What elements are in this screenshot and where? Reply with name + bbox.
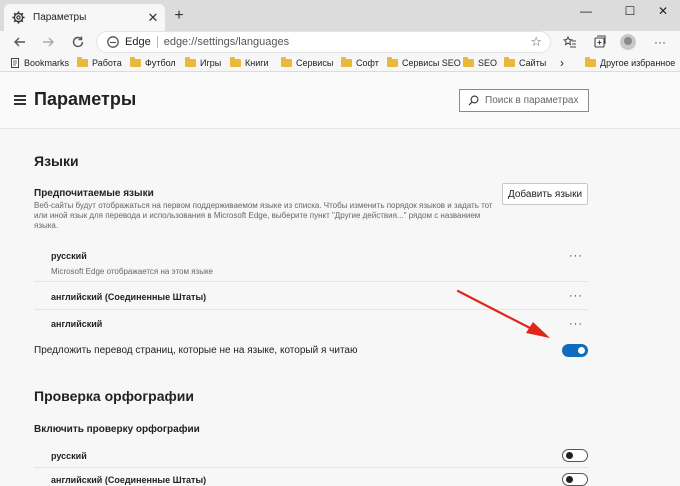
more-actions-button[interactable]: ··· xyxy=(568,319,584,331)
folder-icon xyxy=(463,56,474,67)
spellcheck-toggle[interactable] xyxy=(562,449,588,462)
tab-title: Параметры xyxy=(33,12,87,23)
settings-header: Параметры xyxy=(0,73,680,129)
spellcheck-toggle[interactable] xyxy=(562,473,588,486)
refresh-icon[interactable] xyxy=(68,32,88,52)
divider xyxy=(34,309,588,310)
bookmark-label: Сайты xyxy=(519,57,547,68)
language-item-name: английский xyxy=(51,319,103,329)
divider xyxy=(34,467,588,468)
language-item-subtitle: Microsoft Edge отображается на этом язык… xyxy=(51,267,213,276)
favorites-list-icon[interactable] xyxy=(560,32,580,52)
spellcheck-section-title: Проверка орфографии xyxy=(34,388,194,404)
bookmark-label: Книги xyxy=(245,57,269,68)
bookmark-label: Другое избранное xyxy=(600,57,676,68)
bookmark-folder[interactable]: Книги xyxy=(230,56,269,69)
bookmark-label: SEO xyxy=(478,57,498,68)
spellcheck-enable-label: Включить проверку орфографии xyxy=(34,424,200,435)
divider xyxy=(34,281,588,282)
bookmark-folder[interactable]: Сайты xyxy=(504,56,546,69)
more-actions-button[interactable]: ··· xyxy=(568,251,584,263)
favorite-star-icon[interactable]: ☆ xyxy=(530,34,542,50)
search-icon xyxy=(468,95,479,106)
bookmark-item-bookmarks[interactable]: Bookmarks xyxy=(10,56,69,69)
folder-icon xyxy=(387,56,398,67)
back-icon[interactable] xyxy=(10,32,30,52)
bookmarks-bar: Bookmarks Работа Футбол Игры Книги Серви… xyxy=(0,53,680,72)
bookmark-label: Сервисы SEO xyxy=(402,57,461,68)
preferred-languages-description: Веб-сайты будут отображаться на первом п… xyxy=(34,201,493,230)
page-title: Параметры xyxy=(34,89,137,109)
bookmark-label: Сервисы xyxy=(296,57,334,68)
folder-icon xyxy=(281,56,292,67)
folder-icon xyxy=(341,56,352,67)
bookmark-folder[interactable]: Работа xyxy=(77,56,122,69)
preferred-languages-label: Предпочитаемые языки xyxy=(34,188,154,199)
folder-icon xyxy=(585,56,596,67)
tab-settings[interactable]: Параметры ✕ xyxy=(4,4,165,31)
bookmark-label: Работа xyxy=(92,57,122,68)
bookmark-label: Софт xyxy=(356,57,379,68)
url-text[interactable]: edge://settings/languages xyxy=(164,36,531,48)
languages-section-title: Языки xyxy=(34,153,79,169)
folder-icon xyxy=(77,56,88,67)
bookmark-folder[interactable]: Игры xyxy=(185,56,221,69)
gear-icon xyxy=(12,11,25,24)
bookmark-label: Bookmarks xyxy=(24,57,70,68)
new-tab-button[interactable]: + xyxy=(170,7,188,25)
site-label: Edge xyxy=(125,36,151,48)
close-window-button[interactable]: ✕ xyxy=(644,0,680,22)
bookmark-folder[interactable]: Сервисы SEO xyxy=(387,56,461,69)
bookmark-label: Игры xyxy=(200,57,222,68)
search-input[interactable] xyxy=(485,95,585,106)
spellcheck-language-name: русский xyxy=(51,451,87,461)
navigation-bar: Edge edge://settings/languages ☆ ··· xyxy=(0,31,680,53)
folder-icon xyxy=(185,56,196,67)
forward-icon[interactable] xyxy=(38,32,58,52)
more-actions-button[interactable]: ··· xyxy=(568,291,584,303)
close-tab-icon[interactable]: ✕ xyxy=(145,10,161,26)
title-bar: Параметры ✕ + — ☐ ✕ xyxy=(0,0,680,31)
bookmark-folder[interactable]: SEO xyxy=(463,56,497,69)
translate-offer-label: Предложить перевод страниц, которые не н… xyxy=(34,345,358,356)
bookmark-label: Футбол xyxy=(145,57,176,68)
language-item-name: русский xyxy=(51,251,87,261)
toggle-knob xyxy=(566,476,573,483)
spellcheck-language-name: английский (Соединенные Штаты) xyxy=(51,475,207,485)
collections-icon[interactable] xyxy=(590,32,610,52)
profile-avatar[interactable] xyxy=(620,34,636,50)
language-item-name: английский (Соединенные Штаты) xyxy=(51,292,207,302)
folder-icon xyxy=(230,56,241,67)
toggle-knob xyxy=(578,347,585,354)
minimize-button[interactable]: — xyxy=(567,0,605,22)
bookmarks-overflow-chevron-icon[interactable]: › xyxy=(560,56,564,70)
more-menu-icon[interactable]: ··· xyxy=(650,32,670,52)
bookmark-folder[interactable]: Софт xyxy=(341,56,379,69)
bookmark-folder[interactable]: Футбол xyxy=(130,56,176,69)
hamburger-menu-icon[interactable] xyxy=(14,95,26,105)
translate-offer-toggle[interactable] xyxy=(562,344,588,357)
add-languages-button[interactable]: Добавить языки xyxy=(502,183,588,205)
edge-logo-icon xyxy=(107,36,119,48)
bookmark-folder-other[interactable]: Другое избранное xyxy=(585,56,675,69)
address-bar[interactable]: Edge edge://settings/languages ☆ xyxy=(96,31,551,53)
toggle-knob xyxy=(566,452,573,459)
settings-content: Языки Предпочитаемые языки Веб-сайты буд… xyxy=(0,129,680,486)
bookmark-folder[interactable]: Сервисы xyxy=(281,56,333,69)
address-separator xyxy=(156,36,158,48)
bookmark-page-icon xyxy=(10,57,20,68)
folder-icon xyxy=(504,56,515,67)
folder-icon xyxy=(130,56,141,67)
settings-search[interactable] xyxy=(459,89,589,112)
